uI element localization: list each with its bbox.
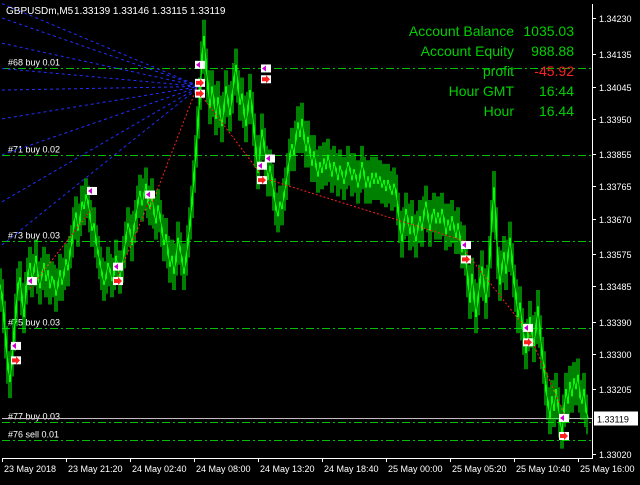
x-tick-label: 24 May 02:40 — [132, 464, 187, 474]
y-tick-label: 1.33205 — [599, 385, 632, 395]
y-tick-label: 1.34230 — [599, 14, 632, 24]
order-line-label: #73 buy 0.03 — [8, 231, 60, 241]
order-line-label: #68 buy 0.01 — [8, 58, 60, 68]
y-tick-label: 1.33300 — [599, 350, 632, 360]
y-tick-label: 1.33390 — [599, 318, 632, 328]
x-tick-label: 25 May 16:00 — [580, 464, 635, 474]
balance-value: 1035.03 — [523, 23, 574, 39]
x-tick-label: 25 May 05:20 — [452, 464, 507, 474]
y-tick-label: 1.33670 — [599, 215, 632, 225]
x-tick-label: 24 May 13:20 — [260, 464, 315, 474]
y-tick-label: 1.33020 — [599, 450, 632, 460]
equity-label: Account Equity — [421, 43, 514, 59]
current-price-label: 1.33119 — [597, 415, 629, 425]
x-tick-label: 24 May 18:40 — [324, 464, 379, 474]
profit-label: profit — [483, 63, 514, 79]
y-tick-label: 1.34135 — [599, 50, 632, 60]
chart-window[interactable]: #68 buy 0.01 #71 buy 0.02 #73 buy 0.03 #75 … — [0, 0, 640, 480]
x-tick-label: 23 May 2018 — [4, 464, 56, 474]
x-tick-label: 23 May 21:20 — [68, 464, 123, 474]
order-line-label: #76 sell 0.01 — [8, 430, 59, 440]
profit-value: -45.92 — [534, 63, 574, 79]
symbol-label: GBPUSDm,M5 — [6, 6, 74, 17]
x-tick-label: 25 May 10:40 — [516, 464, 571, 474]
x-tick-label: 25 May 00:00 — [388, 464, 443, 474]
order-line-label: #77 buy 0.03 — [8, 412, 60, 422]
hour-label: Hour — [484, 103, 515, 119]
y-tick-label: 1.33765 — [599, 182, 632, 192]
ohlc-readout: 1.33139 1.33146 1.33115 1.33119 — [74, 6, 226, 17]
balance-label: Account Balance — [409, 23, 514, 39]
order-line-label: #71 buy 0.02 — [8, 145, 60, 155]
hour-value: 16.44 — [539, 103, 574, 119]
y-tick-label: 1.33950 — [599, 115, 632, 125]
price-chart[interactable]: #68 buy 0.01#71 buy 0.02#73 buy 0.03#75 … — [0, 0, 640, 480]
equity-value: 988.88 — [531, 43, 574, 59]
hour-gmt-label: Hour GMT — [449, 83, 515, 99]
y-tick-label: 1.34045 — [599, 83, 632, 93]
x-tick-label: 24 May 08:00 — [196, 464, 251, 474]
y-tick-label: 1.33485 — [599, 282, 632, 292]
y-tick-label: 1.33855 — [599, 150, 632, 160]
hour-gmt-value: 16:44 — [539, 83, 574, 99]
y-tick-label: 1.33575 — [599, 250, 632, 260]
